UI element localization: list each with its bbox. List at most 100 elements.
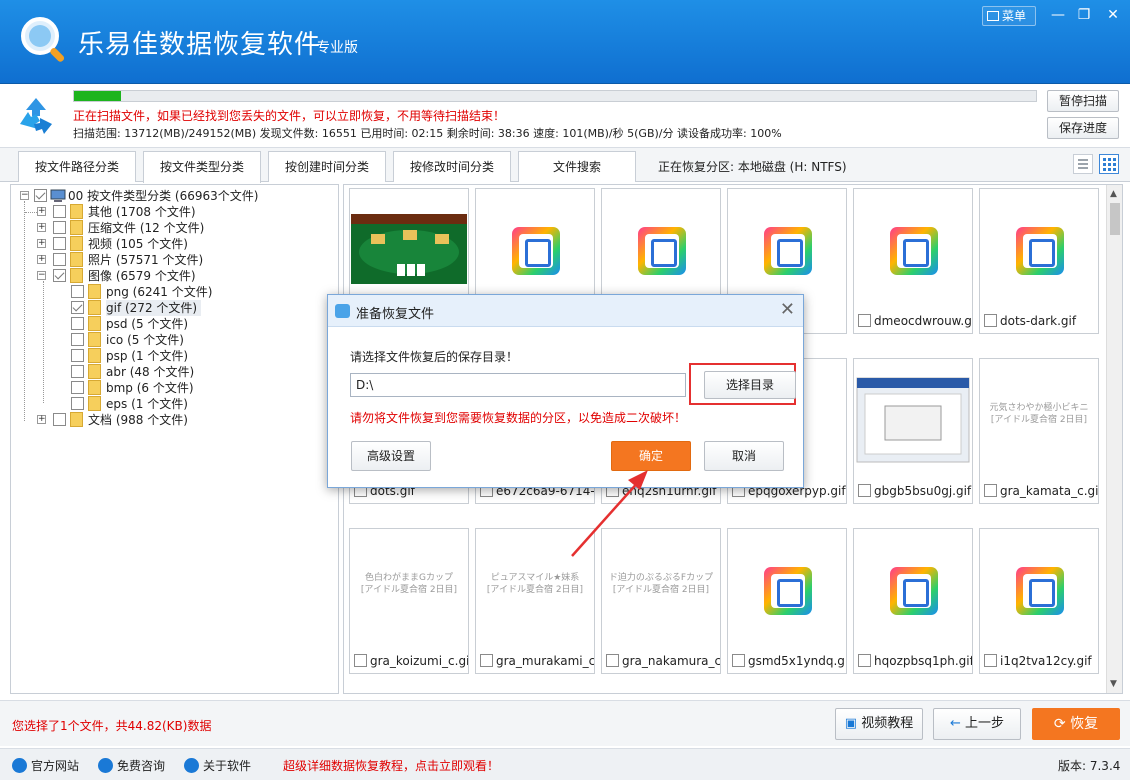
tree-checkbox-psd[interactable] — [71, 317, 84, 330]
image-file-icon — [890, 227, 938, 275]
tree-item-psp[interactable]: psp (1 个文件) — [106, 348, 188, 364]
dialog-close-icon[interactable]: ✕ — [780, 300, 795, 320]
tree-checkbox-other[interactable] — [53, 205, 66, 218]
close-window-icon[interactable]: ✕ — [1102, 4, 1124, 26]
tree-checkbox-ico[interactable] — [71, 333, 84, 346]
file-name: gra_murakami_c.gif — [496, 654, 594, 668]
tree-checkbox-photo[interactable] — [53, 253, 66, 266]
grid-scrollbar[interactable]: ▲ ▼ — [1106, 185, 1122, 693]
scroll-down-icon[interactable]: ▼ — [1110, 679, 1117, 689]
scroll-up-icon[interactable]: ▲ — [1110, 189, 1117, 199]
tree-item-archive[interactable]: 压缩文件 (12 个文件) — [88, 220, 204, 236]
file-checkbox[interactable] — [984, 654, 997, 667]
free-consult-link[interactable]: 免费咨询 — [98, 757, 165, 774]
free-consult-label: 免费咨询 — [117, 759, 166, 773]
tree-item-gif[interactable]: gif (272 个文件) — [106, 300, 202, 316]
tree-item-video[interactable]: 视频 (105 个文件) — [88, 236, 188, 252]
tree-item-ico[interactable]: ico (5 个文件) — [106, 332, 184, 348]
tree-checkbox-root[interactable] — [34, 189, 47, 202]
file-card[interactable]: dots-dark.gif — [979, 188, 1099, 334]
file-card[interactable]: 色白わがままGカップ [アイドル夏合宿 2日目] gra_koizumi_c.gi… — [349, 528, 469, 674]
advanced-settings-button[interactable]: 高级设置 — [351, 441, 431, 471]
folder-icon — [70, 252, 83, 267]
file-checkbox[interactable] — [984, 314, 997, 327]
official-site-link[interactable]: 官方网站 — [12, 757, 79, 774]
tree-item-document[interactable]: 文档 (988 个文件) — [88, 412, 188, 428]
file-checkbox[interactable] — [858, 314, 871, 327]
confirm-button[interactable]: 确定 — [611, 441, 691, 471]
tab-bar: 按文件路径分类 按文件类型分类 按创建时间分类 按修改时间分类 文件搜索 正在恢… — [0, 148, 1130, 183]
file-card[interactable]: ド迫力のぷるぷるFカップ [アイドル夏合宿 2日目] gra_nakamura_c… — [601, 528, 721, 674]
tutorial-promo-link[interactable]: 超级详细数据恢复教程，点击立即观看！ — [283, 757, 499, 774]
file-card[interactable]: gsmd5x1yndq.gif — [727, 528, 847, 674]
tree-expand-other[interactable]: + — [37, 207, 46, 216]
tree-checkbox-video[interactable] — [53, 237, 66, 250]
file-card[interactable]: hqozpbsq1ph.gif — [853, 528, 973, 674]
tree-checkbox-image[interactable] — [53, 269, 66, 282]
file-checkbox[interactable] — [984, 484, 997, 497]
tab-by-path[interactable]: 按文件路径分类 — [18, 151, 136, 182]
tree-checkbox-gif[interactable] — [71, 301, 84, 314]
file-checkbox[interactable] — [354, 654, 367, 667]
tree-item-png[interactable]: png (6241 个文件) — [106, 284, 212, 300]
tree-expand-document[interactable]: + — [37, 415, 46, 424]
recover-button[interactable]: ⟳ 恢复 — [1032, 708, 1120, 740]
tab-file-search[interactable]: 文件搜索 — [518, 151, 636, 182]
tree-checkbox-bmp[interactable] — [71, 381, 84, 394]
tree-expand-photo[interactable]: + — [37, 255, 46, 264]
status-bar: 您选择了1个文件，共44.82(KB)数据 ▣ 视频教程 ← 上一步 ⟳ 恢复 — [0, 700, 1130, 746]
tree-item-bmp[interactable]: bmp (6 个文件) — [106, 380, 194, 396]
file-card[interactable]: 元気さわやか極小ビキニ [アイドル夏合宿 2日目] gra_kamata_c.gi… — [979, 358, 1099, 504]
image-file-icon — [764, 567, 812, 615]
file-card[interactable]: i1q2tva12cy.gif — [979, 528, 1099, 674]
previous-step-button[interactable]: ← 上一步 — [933, 708, 1021, 740]
tree-collapse-image[interactable]: − — [37, 271, 46, 280]
cancel-button[interactable]: 取消 — [704, 441, 784, 471]
tab-by-modified[interactable]: 按修改时间分类 — [393, 151, 511, 182]
tab-by-type[interactable]: 按文件类型分类 — [143, 151, 261, 183]
tree-expand-archive[interactable]: + — [37, 223, 46, 232]
choose-directory-button[interactable]: 选择目录 — [704, 371, 796, 399]
file-name: gsmd5x1yndq.gif — [748, 654, 846, 668]
file-card[interactable]: dmeocdwrouw.gif — [853, 188, 973, 334]
file-checkbox[interactable] — [732, 654, 745, 667]
tree-item-psd[interactable]: psd (5 个文件) — [106, 316, 188, 332]
folder-icon — [88, 332, 101, 347]
file-thumbnail — [603, 190, 719, 308]
file-caption: gsmd5x1yndq.gif — [732, 651, 846, 671]
tree-checkbox-png[interactable] — [71, 285, 84, 298]
tree-checkbox-abr[interactable] — [71, 365, 84, 378]
file-checkbox[interactable] — [480, 654, 493, 667]
pause-scan-button[interactable]: 暂停扫描 — [1047, 90, 1119, 112]
tree-item-abr[interactable]: abr (48 个文件) — [106, 364, 194, 380]
folder-icon — [88, 316, 101, 331]
video-tutorial-button[interactable]: ▣ 视频教程 — [835, 708, 923, 740]
tree-root-label[interactable]: 00 按文件类型分类 (66963个文件) — [68, 188, 258, 204]
tree-expand-video[interactable]: + — [37, 239, 46, 248]
menu-button[interactable]: 菜单 — [982, 6, 1036, 26]
tree-checkbox-psp[interactable] — [71, 349, 84, 362]
file-checkbox[interactable] — [606, 654, 619, 667]
list-view-icon[interactable] — [1073, 154, 1093, 174]
minimize-icon[interactable]: — — [1047, 4, 1069, 26]
tree-checkbox-eps[interactable] — [71, 397, 84, 410]
tree-checkbox-archive[interactable] — [53, 221, 66, 234]
save-path-input[interactable]: D:\ — [350, 373, 686, 397]
tree-item-image[interactable]: 图像 (6579 个文件) — [88, 268, 196, 284]
file-card[interactable]: gbgb5bsu0gj.gif — [853, 358, 973, 504]
file-card[interactable]: ピュアスマイル★妹系 [アイドル夏合宿 2日目] gra_murakami_c.g… — [475, 528, 595, 674]
scroll-thumb[interactable] — [1110, 203, 1120, 235]
save-progress-button[interactable]: 保存进度 — [1047, 117, 1119, 139]
tree-checkbox-document[interactable] — [53, 413, 66, 426]
grid-view-icon[interactable] — [1099, 154, 1119, 174]
about-software-link[interactable]: 关于软件 — [184, 757, 251, 774]
restore-window-icon[interactable]: ❐ — [1073, 4, 1095, 26]
tab-by-created[interactable]: 按创建时间分类 — [268, 151, 386, 182]
tree-item-other[interactable]: 其他 (1708 个文件) — [88, 204, 196, 220]
file-checkbox[interactable] — [858, 484, 871, 497]
tree-item-eps[interactable]: eps (1 个文件) — [106, 396, 188, 412]
file-caption: dmeocdwrouw.gif — [858, 311, 972, 331]
tree-item-photo[interactable]: 照片 (57571 个文件) — [88, 252, 203, 268]
tree-collapse-root[interactable]: − — [20, 191, 29, 200]
file-checkbox[interactable] — [858, 654, 871, 667]
